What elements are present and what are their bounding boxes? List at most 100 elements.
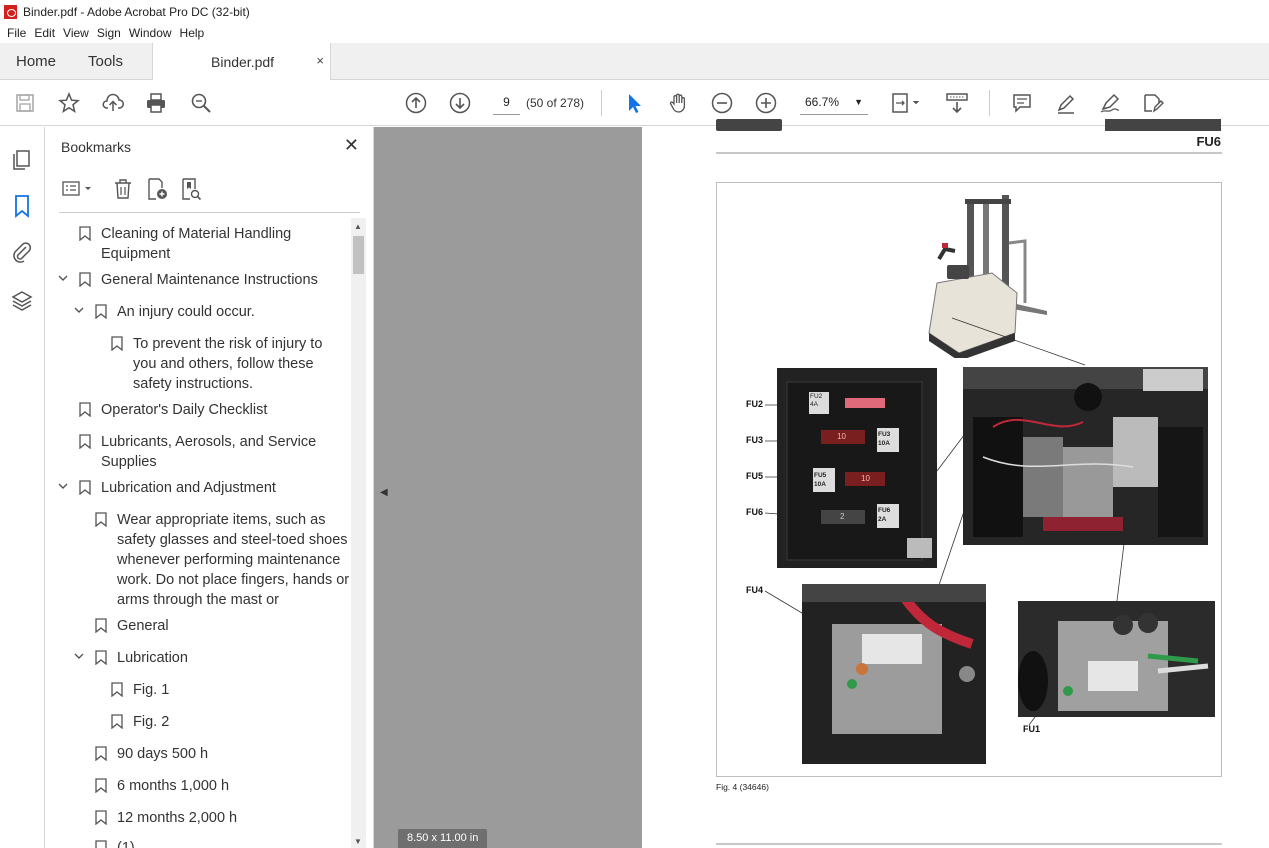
comment-icon[interactable] [1010, 91, 1034, 115]
delete-bookmark-icon[interactable] [111, 177, 135, 201]
zoom-out-icon[interactable] [710, 91, 734, 115]
previous-page-icon[interactable] [404, 91, 428, 115]
hand-tool-icon[interactable] [666, 91, 690, 115]
bookmark-label: General [117, 618, 169, 634]
figure-caption: Fig. 4 (34646) [716, 782, 769, 792]
document-viewer[interactable]: ◀ 8.50 x 11.00 in FU6 FU2 4A FU3 10A FU5… [374, 119, 1269, 848]
bookmark-icon [111, 714, 123, 729]
window-title: Binder.pdf - Adobe Acrobat Pro DC (32-bi… [23, 4, 250, 19]
scroll-thumb[interactable] [353, 236, 364, 274]
print-icon[interactable] [144, 91, 168, 115]
collapse-panel-icon[interactable]: ◀ [380, 487, 388, 498]
fuse-label-fu2: FU2 4A [810, 393, 823, 408]
fuse-label-fu5: FU5 10A [814, 472, 827, 488]
bookmark-label: General Maintenance Instructions [101, 272, 318, 288]
tab-close-icon[interactable]: × [316, 53, 324, 68]
zoom-in-icon[interactable] [754, 91, 778, 115]
header-rule [716, 152, 1222, 154]
header-logo-fragment [716, 119, 782, 131]
menu-view[interactable]: View [63, 26, 89, 40]
bookmark-item[interactable]: Wear appropriate items, such as safety g… [45, 510, 350, 610]
chevron-down-icon: ▼ [854, 97, 863, 107]
layers-icon[interactable] [10, 289, 34, 313]
footer-rule [716, 843, 1222, 845]
header-code: FU6 [1196, 134, 1221, 149]
bookmark-icon [111, 682, 123, 697]
fuse-panel-image: FU2 4A FU3 10A FU5 10A FU6 2A 10 10 2 [777, 368, 937, 568]
next-page-icon[interactable] [448, 91, 472, 115]
bookmarks-panel-icon[interactable] [10, 194, 34, 218]
page-count-label: (50 of 278) [526, 96, 585, 110]
bookmark-icon [95, 840, 107, 848]
compartment-image [963, 367, 1208, 545]
bookmark-label: Fig. 1 [133, 682, 170, 698]
bookmarks-scrollbar[interactable]: ▲ ▼ [351, 218, 366, 848]
menu-window[interactable]: Window [129, 26, 172, 40]
menu-help[interactable]: Help [180, 26, 205, 40]
toolbar-divider [601, 90, 602, 116]
bookmark-icon [95, 810, 107, 825]
fuse-callout: FU2 [746, 399, 764, 409]
bookmark-icon [95, 746, 107, 761]
chevron-down-icon[interactable] [57, 480, 69, 492]
scroll-down-icon[interactable]: ▼ [354, 837, 362, 846]
fuse-blade-value: 10 [837, 432, 846, 441]
sign-icon[interactable] [1098, 91, 1122, 115]
chevron-down-icon[interactable] [73, 650, 85, 662]
upload-icon[interactable] [101, 91, 125, 115]
attachments-icon[interactable] [10, 240, 34, 264]
zoom-search-icon[interactable] [189, 91, 213, 115]
more-tools-icon[interactable] [1141, 91, 1165, 115]
select-cursor-icon[interactable] [622, 91, 646, 115]
bookmark-label: 6 months 1,000 h [117, 778, 230, 794]
menu-edit[interactable]: Edit [34, 26, 55, 40]
menu-file[interactable]: File [7, 26, 26, 40]
tab-bar: Home Tools Binder.pdf × [0, 43, 1269, 80]
navigation-rail [0, 127, 45, 848]
save-icon[interactable] [13, 91, 37, 115]
bookmark-icon [95, 618, 107, 633]
fuse-blade-value: 10 [861, 474, 870, 483]
fu1-module-image [1018, 601, 1215, 717]
star-icon[interactable] [57, 91, 81, 115]
acrobat-logo-icon [4, 4, 17, 19]
zoom-dropdown[interactable]: 66.7% ▼ [800, 90, 868, 115]
tab-document[interactable]: Binder.pdf × [152, 43, 331, 80]
bookmark-label: An injury could occur. [117, 304, 255, 320]
bookmark-icon [79, 272, 91, 287]
pallet-truck-image [917, 193, 1052, 358]
bookmark-label: Lubricants, Aerosols, and Service Suppli… [101, 434, 317, 470]
tab-home[interactable]: Home [16, 53, 56, 70]
bookmark-options-icon[interactable] [61, 177, 95, 201]
bookmarks-panel: Bookmarks ✕ Cleaning of Material Handlin… [45, 127, 374, 848]
close-icon[interactable]: ✕ [344, 135, 359, 156]
title-bar: Binder.pdf - Adobe Acrobat Pro DC (32-bi… [0, 0, 1269, 23]
new-bookmark-icon[interactable] [145, 177, 169, 201]
bookmark-label: 90 days 500 h [117, 746, 209, 762]
figure-frame: FU2 4A FU3 10A FU5 10A FU6 2A 10 10 2 FU… [716, 182, 1222, 777]
fuse-blade-value: 2 [840, 512, 845, 521]
chevron-down-icon[interactable] [57, 272, 69, 284]
zoom-value: 66.7% [805, 95, 840, 109]
highlight-pen-icon[interactable] [1054, 91, 1078, 115]
page-thumbnails-icon[interactable] [10, 148, 34, 172]
scroll-mode-icon[interactable] [944, 91, 970, 115]
scroll-up-icon[interactable]: ▲ [354, 222, 362, 231]
chevron-down-icon[interactable] [73, 304, 85, 316]
page-layout-icon[interactable] [889, 91, 923, 115]
bookmark-icon [111, 336, 123, 351]
toolbar [0, 80, 1269, 126]
header-title-fragment [1105, 119, 1221, 131]
find-bookmark-icon[interactable] [179, 177, 203, 201]
menu-sign[interactable]: Sign [97, 26, 121, 40]
page-number-input[interactable]: 9 [493, 90, 520, 115]
bookmark-icon [95, 778, 107, 793]
bookmark-icon [95, 304, 107, 319]
fuse-label-fu6: FU6 2A [878, 507, 891, 523]
tab-document-label: Binder.pdf [211, 54, 275, 70]
bookmark-icon [79, 434, 91, 449]
tab-tools[interactable]: Tools [88, 53, 123, 70]
toolbar-divider [989, 90, 990, 116]
fuse-callout: FU5 [746, 471, 764, 481]
bookmark-icon [95, 650, 107, 665]
